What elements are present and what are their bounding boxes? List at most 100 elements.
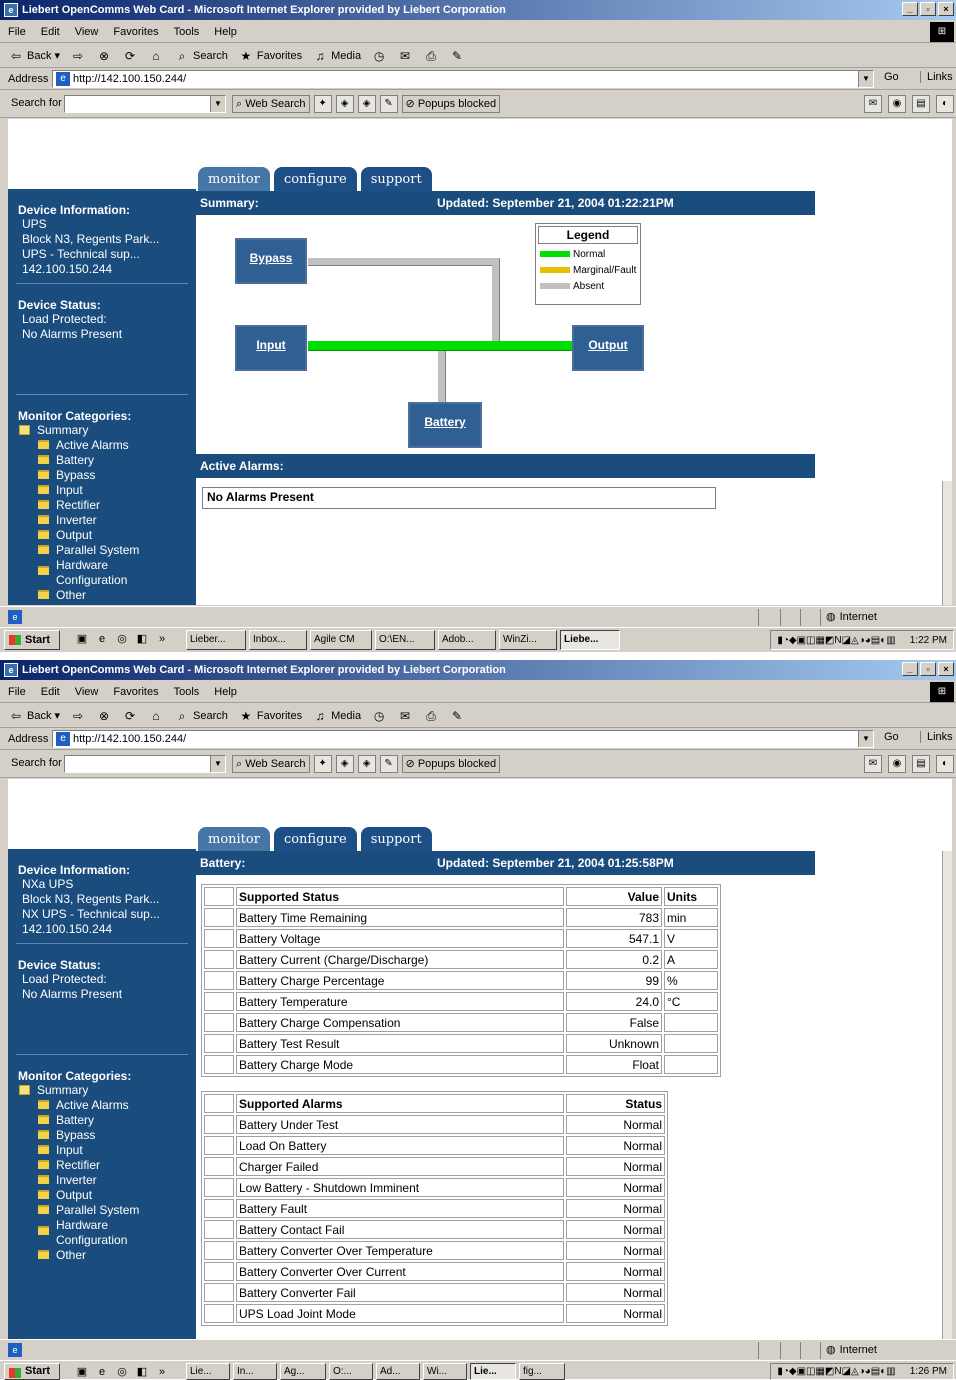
search-dropdown-icon[interactable]: ▼ xyxy=(210,756,225,772)
pencil-icon[interactable]: ✎ xyxy=(379,755,398,773)
tab-monitor[interactable]: monitor xyxy=(198,827,270,851)
chevron-icon[interactable]: » xyxy=(154,631,170,647)
category-parallel-system[interactable]: Parallel System xyxy=(8,1203,196,1218)
maximize-button[interactable]: ▫ xyxy=(920,662,936,676)
menu-favorites[interactable]: Favorites xyxy=(113,26,158,38)
mail-icon[interactable]: ✉ xyxy=(397,708,413,724)
search-button[interactable]: ⌕ Search xyxy=(174,48,228,64)
menu-favorites[interactable]: Favorites xyxy=(113,686,158,698)
category-active-alarms[interactable]: Active Alarms xyxy=(8,1098,196,1113)
task-button[interactable]: O:\EN... xyxy=(375,630,435,650)
input-box[interactable]: Input xyxy=(235,325,307,371)
category-other[interactable]: Other xyxy=(8,1248,196,1263)
task-button[interactable]: Lie... xyxy=(470,1363,516,1380)
tab-monitor[interactable]: monitor xyxy=(198,167,270,191)
back-button[interactable]: ⇦ Back ▾ xyxy=(8,48,60,64)
ie-icon[interactable]: e xyxy=(94,1364,110,1380)
web-search-button[interactable]: ⌕ Web Search xyxy=(232,95,310,113)
task-button[interactable]: Adob... xyxy=(438,630,496,650)
refresh-icon[interactable]: ⟳ xyxy=(122,48,138,64)
menu-edit[interactable]: Edit xyxy=(41,26,60,38)
task-button[interactable]: Wi... xyxy=(423,1363,467,1380)
option-icon[interactable]: ◈ xyxy=(335,95,354,113)
start-button[interactable]: Start xyxy=(4,1363,60,1380)
task-button[interactable]: Liebe... xyxy=(560,630,620,650)
menu-view[interactable]: View xyxy=(75,26,99,38)
go-button[interactable]: Go xyxy=(884,71,899,83)
highlight-icon[interactable]: ✦ xyxy=(313,95,332,113)
minimize-button[interactable]: _ xyxy=(902,2,918,16)
category-output[interactable]: Output xyxy=(8,1188,196,1203)
ie-icon[interactable]: e xyxy=(94,631,110,647)
option-icon[interactable]: ◈ xyxy=(357,755,376,773)
category-bypass[interactable]: Bypass xyxy=(8,468,196,483)
search-dropdown-icon[interactable]: ▼ xyxy=(210,96,225,112)
option-icon[interactable]: ◈ xyxy=(357,95,376,113)
toolbar-icon[interactable]: ◉ xyxy=(888,95,906,113)
chevron-icon[interactable]: » xyxy=(154,1364,170,1380)
back-button[interactable]: ⇦ Back ▾ xyxy=(8,708,60,724)
address-dropdown-icon[interactable]: ▼ xyxy=(858,731,873,747)
search-field[interactable]: ▼ xyxy=(64,755,226,773)
desktop-icon[interactable]: ▣ xyxy=(74,631,90,647)
forward-button[interactable]: ⇨ xyxy=(70,48,86,64)
task-button[interactable]: Inbox... xyxy=(249,630,307,650)
address-input[interactable]: e http://142.100.150.244/▼ xyxy=(52,730,874,748)
toolbar-icon[interactable]: ✉ xyxy=(864,755,882,773)
task-button[interactable]: In... xyxy=(233,1363,277,1380)
category-parallel-system[interactable]: Parallel System xyxy=(8,543,196,558)
links-button[interactable]: Links xyxy=(920,731,953,743)
option-icon[interactable]: ◈ xyxy=(335,755,354,773)
pencil-icon[interactable]: ✎ xyxy=(379,95,398,113)
tab-configure[interactable]: configure xyxy=(273,827,357,851)
task-button[interactable]: Agile CM xyxy=(310,630,372,650)
toolbar-icon[interactable]: ◐ xyxy=(936,755,954,773)
print-icon[interactable]: ⎙ xyxy=(423,708,439,724)
links-button[interactable]: Links xyxy=(920,71,953,83)
menu-view[interactable]: View xyxy=(75,686,99,698)
toolbar-icon[interactable]: ▤ xyxy=(912,95,930,113)
refresh-icon[interactable]: ⟳ xyxy=(122,708,138,724)
scrollbar[interactable] xyxy=(942,851,952,1339)
search-field[interactable]: ▼ xyxy=(64,95,226,113)
menu-tools[interactable]: Tools xyxy=(174,686,200,698)
output-box[interactable]: Output xyxy=(572,325,644,371)
task-button[interactable]: Ad... xyxy=(376,1363,420,1380)
mail-icon[interactable]: ✉ xyxy=(397,48,413,64)
task-button[interactable]: Ag... xyxy=(280,1363,326,1380)
menu-file[interactable]: File xyxy=(8,26,26,38)
task-button[interactable]: WinZi... xyxy=(499,630,557,650)
category-battery[interactable]: Battery xyxy=(8,453,196,468)
scrollbar[interactable] xyxy=(942,481,952,605)
category-hardware-configuration[interactable]: Hardware Configuration xyxy=(8,1218,138,1248)
category-rectifier[interactable]: Rectifier xyxy=(8,498,196,513)
desktop-icon[interactable]: ▣ xyxy=(74,1364,90,1380)
home-icon[interactable]: ⌂ xyxy=(148,708,164,724)
task-button[interactable]: O:... xyxy=(329,1363,373,1380)
tab-configure[interactable]: configure xyxy=(273,167,357,191)
popups-blocked-button[interactable]: ⊘ Popups blocked xyxy=(401,95,501,113)
app-icon[interactable]: ◧ xyxy=(134,631,150,647)
task-button[interactable]: Lie... xyxy=(186,1363,230,1380)
close-button[interactable]: × xyxy=(938,662,954,676)
edit-icon[interactable]: ✎ xyxy=(449,708,465,724)
web-search-button[interactable]: ⌕ Web Search xyxy=(232,755,310,773)
task-button[interactable]: Lieber... xyxy=(186,630,246,650)
menu-help[interactable]: Help xyxy=(214,26,237,38)
search-button[interactable]: ⌕ Search xyxy=(174,708,228,724)
category-hardware-configuration[interactable]: Hardware Configuration xyxy=(8,558,138,588)
toolbar-icon[interactable]: ◐ xyxy=(936,95,954,113)
app-icon[interactable]: ◧ xyxy=(134,1364,150,1380)
battery-box[interactable]: Battery xyxy=(408,402,482,448)
media-button[interactable]: ♫ Media xyxy=(312,48,361,64)
category-summary[interactable]: Summary xyxy=(8,423,196,438)
media-button[interactable]: ♫ Media xyxy=(312,708,361,724)
category-active-alarms[interactable]: Active Alarms xyxy=(8,438,196,453)
category-bypass[interactable]: Bypass xyxy=(8,1128,196,1143)
outlook-icon[interactable]: ◎ xyxy=(114,631,130,647)
toolbar-icon[interactable]: ✉ xyxy=(864,95,882,113)
category-summary[interactable]: Summary xyxy=(8,1083,196,1098)
category-output[interactable]: Output xyxy=(8,528,196,543)
category-inverter[interactable]: Inverter xyxy=(8,513,196,528)
outlook-icon[interactable]: ◎ xyxy=(114,1364,130,1380)
